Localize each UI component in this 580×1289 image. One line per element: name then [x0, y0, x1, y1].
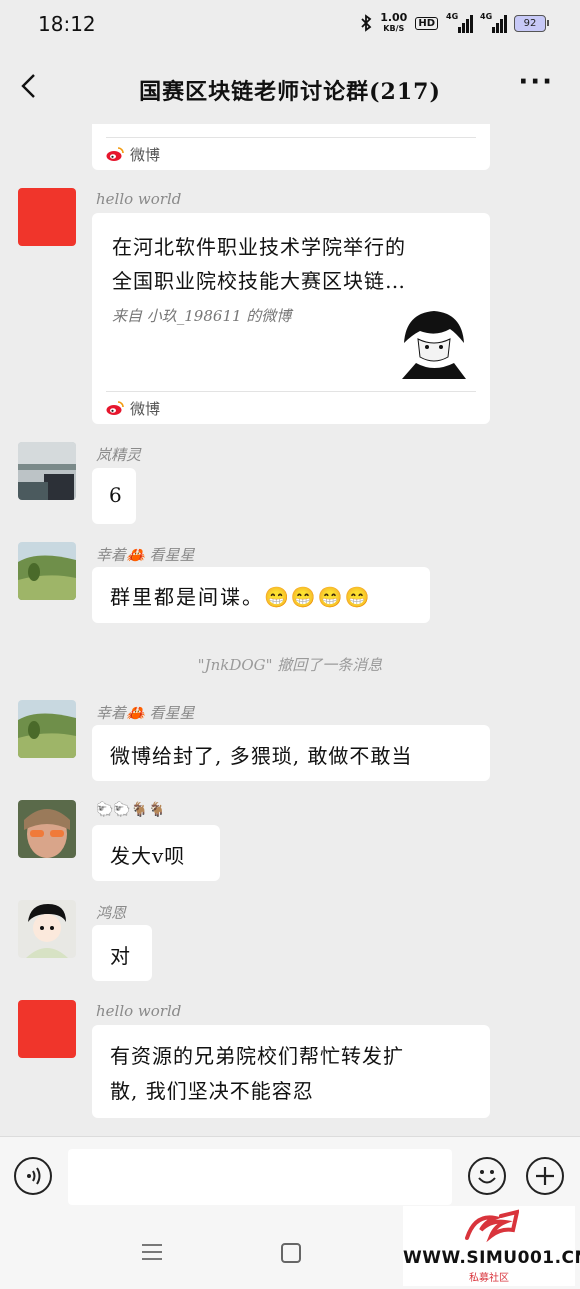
hd-badge: HD [415, 16, 438, 30]
card-thumbnail [396, 303, 472, 379]
chat-area[interactable]: 微博 hello world 在河北软件职业技术学院举行的 全国职业院校技能大赛… [0, 124, 580, 1136]
title-bar: 国赛区块链老师讨论群(217) ··· [0, 50, 580, 124]
signal-icon-2: 4G [480, 12, 507, 33]
watermark: WWW.SIMU001.CN 私募社区 [403, 1206, 580, 1286]
card-title-line-1: 在河北软件职业技术学院举行的 [112, 235, 406, 259]
message-bubble[interactable]: 微博给封了, 多猥琐, 敢做不敢当 [92, 725, 490, 781]
message-bubble[interactable]: 群里都是间谍。😁😁😁😁 [92, 567, 430, 623]
bluetooth-icon [361, 14, 372, 32]
sender-name: hello world [96, 190, 182, 208]
emoji-button[interactable] [468, 1157, 506, 1195]
sender-name: 幸着🦀 看星星 [96, 546, 195, 564]
more-options-icon[interactable]: ··· [518, 69, 554, 95]
sender-name: 🐑🐑🐐🐐 [96, 802, 166, 818]
voice-input-button[interactable] [14, 1157, 52, 1195]
watermark-logo [465, 1209, 519, 1243]
weibo-card-partial[interactable]: 微博 [92, 124, 490, 170]
more-functions-button[interactable] [526, 1157, 564, 1195]
menu-icon[interactable] [142, 1242, 162, 1262]
card-footer: 微博 [106, 137, 476, 170]
avatar[interactable] [18, 800, 76, 858]
page-title: 国赛区块链老师讨论群(217) [139, 79, 441, 105]
sender-name: 幸着🦀 看星星 [96, 704, 195, 722]
plus-icon [536, 1167, 554, 1185]
message-bubble[interactable]: 6 [92, 468, 136, 524]
status-time: 18:12 [38, 12, 96, 36]
weibo-card[interactable]: 在河北软件职业技术学院举行的 全国职业院校技能大赛区块链… 来自 小玖_1986… [92, 213, 490, 424]
avatar[interactable] [18, 700, 76, 758]
watermark-text: WWW.SIMU001.CN [403, 1248, 580, 1268]
sender-name: 岚精灵 [96, 446, 142, 464]
battery-icon: 92 [514, 14, 549, 32]
sender-name: 鸿恩 [96, 904, 127, 922]
emoji-icon [478, 1170, 496, 1184]
avatar[interactable] [18, 188, 76, 246]
avatar[interactable] [18, 442, 76, 500]
system-notice: "JnkDOG" 撤回了一条消息 [197, 656, 383, 674]
message-bubble[interactable]: 对 [92, 925, 152, 981]
voice-icon [27, 1167, 41, 1185]
status-bar: 18:12 1.00 KB/S HD 4G 4G 92 [0, 0, 580, 50]
card-footer: 微博 [106, 391, 476, 424]
home-icon[interactable] [281, 1243, 301, 1263]
watermark-subtext: 私募社区 [469, 1273, 509, 1284]
signal-icon: 4G [446, 12, 473, 33]
avatar[interactable] [18, 542, 76, 600]
weibo-icon [106, 147, 124, 161]
message-bubble[interactable]: 发大v呗 [92, 825, 220, 881]
message-bubble[interactable]: 有资源的兄弟院校们帮忙转发扩 散, 我们坚决不能容忍 [92, 1025, 490, 1118]
sender-name: hello world [96, 1002, 182, 1020]
weibo-icon [106, 401, 124, 415]
card-source: 来自 小玖_198611 的微博 [112, 307, 292, 325]
network-speed: 1.00 KB/S [380, 11, 408, 33]
message-input[interactable] [68, 1149, 452, 1205]
avatar[interactable] [18, 900, 76, 958]
status-icons: 1.00 KB/S HD 4G 4G 92 [360, 11, 549, 34]
avatar[interactable] [18, 1000, 76, 1058]
card-title-line-2: 全国职业院校技能大赛区块链… [112, 269, 406, 293]
